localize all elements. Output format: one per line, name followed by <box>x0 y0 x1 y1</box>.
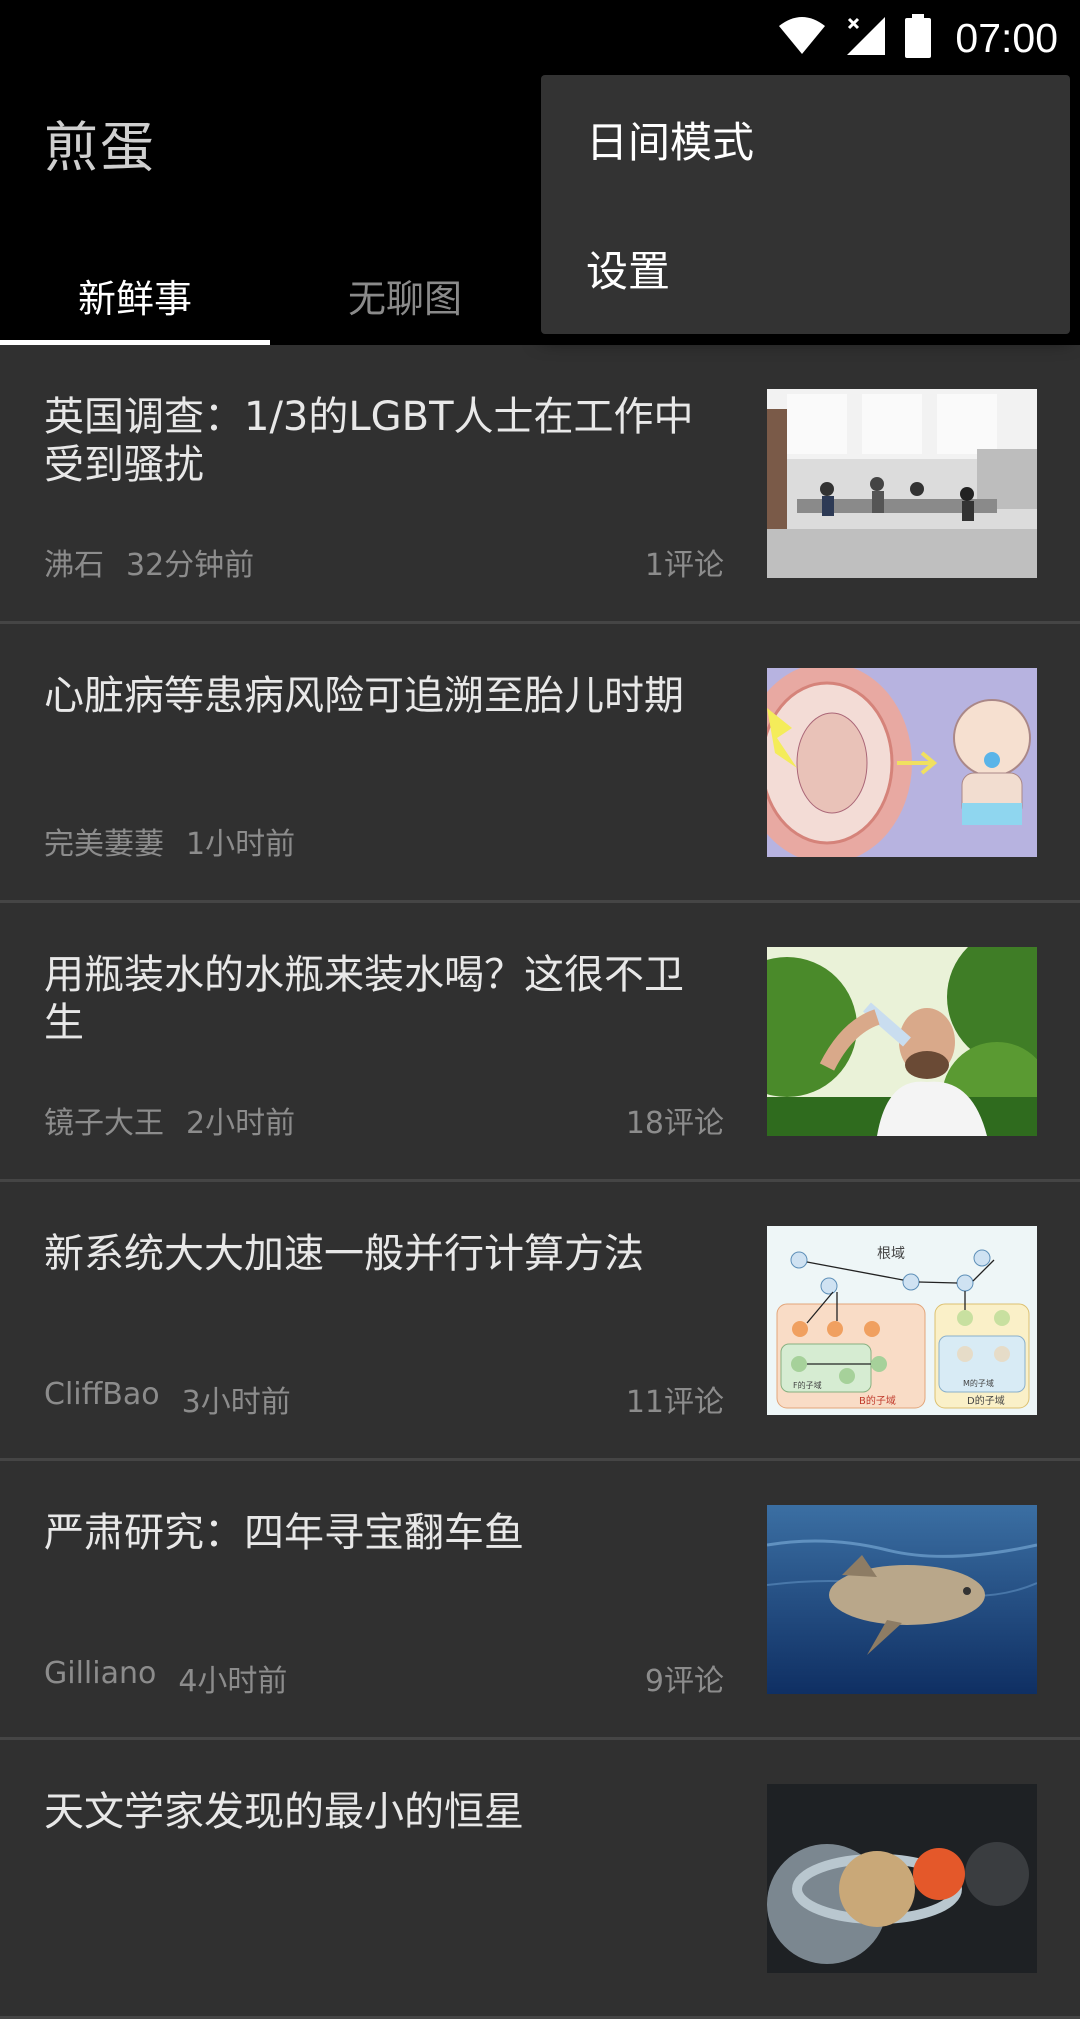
feed-item[interactable]: 心脏病等患病风险可追溯至胎儿时期 完美萋萋 1小时前 <box>0 624 1080 903</box>
feed-item-author: Gilliano <box>44 1656 157 1691</box>
feed-item-meta: 完美萋萋 1小时前 <box>44 819 295 863</box>
diagram-f-label: F的子域 <box>793 1380 822 1390</box>
feed-item[interactable]: 新系统大大加速一般并行计算方法 CliffBao 3小时前 11评论 根域 B的… <box>0 1182 1080 1461</box>
app-title: 煎蛋 <box>44 116 156 179</box>
feed-item-comments: 18评论 <box>625 1106 724 1141</box>
drinking-water-photo-thumbnail <box>767 947 1037 1136</box>
feed-item-title: 用瓶装水的水瓶来装水喝？这很不卫生 <box>44 952 684 1046</box>
sunfish-photo-thumbnail <box>767 1505 1037 1694</box>
feed-item[interactable]: 严肃研究：四年寻宝翻车鱼 Gilliano 4小时前 9评论 <box>0 1461 1080 1740</box>
feed-item-time: 4小时前 <box>178 1664 288 1699</box>
diagram-root-label: 根域 <box>877 1246 905 1262</box>
signal-icon <box>845 15 887 61</box>
news-feed: 英国调查：1/3的LGBT人士在工作中受到骚扰 沸石 32分钟前 1评论 心脏病… <box>0 345 1080 2019</box>
feed-item-comments: 9评论 <box>644 1664 724 1699</box>
feed-item-title: 英国调查：1/3的LGBT人士在工作中受到骚扰 <box>44 394 694 488</box>
status-time: 07:00 <box>955 14 1058 61</box>
feed-item-time: 32分钟前 <box>126 548 255 583</box>
feed-item-comments: 1评论 <box>644 548 724 583</box>
feed-item-title: 天文学家发现的最小的恒星 <box>44 1789 524 1835</box>
feed-item-time: 1小时前 <box>186 827 296 862</box>
feed-item[interactable]: 用瓶装水的水瓶来装水喝？这很不卫生 镜子大王 2小时前 18评论 <box>0 903 1080 1182</box>
status-bar: 07:00 <box>0 0 1080 75</box>
diagram-b-label: B的子域 <box>859 1394 896 1407</box>
feed-item-time: 3小时前 <box>181 1385 291 1420</box>
battery-icon <box>905 14 932 62</box>
feed-item-author: 镜子大王 <box>44 1106 164 1141</box>
feed-item-author: 完美萋萋 <box>44 827 164 862</box>
feed-item-meta: 沸石 32分钟前 <box>44 540 254 584</box>
feed-item-author: CliffBao <box>44 1377 160 1412</box>
feed-item-author: 沸石 <box>44 548 104 583</box>
feed-item[interactable]: 英国调查：1/3的LGBT人士在工作中受到骚扰 沸石 32分钟前 1评论 <box>0 345 1080 624</box>
feed-item-title: 严肃研究：四年寻宝翻车鱼 <box>44 1510 524 1556</box>
feed-item[interactable]: 天文学家发现的最小的恒星 <box>0 1740 1080 2019</box>
tab-news[interactable]: 新鲜事 <box>0 245 270 345</box>
feed-item-title: 新系统大大加速一般并行计算方法 <box>44 1231 644 1277</box>
diagram-d-label: D的子域 <box>967 1394 1005 1407</box>
wifi-icon <box>777 16 827 60</box>
graph-diagram-thumbnail: 根域 B的子域 D的子域 F的子域 M的子域 <box>767 1226 1037 1415</box>
fetus-illustration-thumbnail <box>767 668 1037 857</box>
tab-pics[interactable]: 无聊图 <box>270 245 540 345</box>
planets-thumbnail <box>767 1784 1037 1973</box>
feed-item-meta: 镜子大王 2小时前 <box>44 1098 295 1142</box>
feed-item-meta: CliffBao 3小时前 <box>44 1377 291 1421</box>
diagram-m-label: M的子域 <box>963 1378 994 1388</box>
office-photo-thumbnail <box>767 389 1037 578</box>
feed-item-title: 心脏病等患病风险可追溯至胎儿时期 <box>44 673 684 719</box>
menu-item-day-mode[interactable]: 日间模式 <box>541 75 1070 204</box>
feed-item-meta: Gilliano 4小时前 <box>44 1656 287 1700</box>
menu-item-settings[interactable]: 设置 <box>541 204 1070 333</box>
overflow-menu: 日间模式 设置 <box>541 75 1070 334</box>
feed-item-comments: 11评论 <box>625 1385 724 1420</box>
feed-item-time: 2小时前 <box>186 1106 296 1141</box>
status-icons: 07:00 <box>777 8 1058 68</box>
